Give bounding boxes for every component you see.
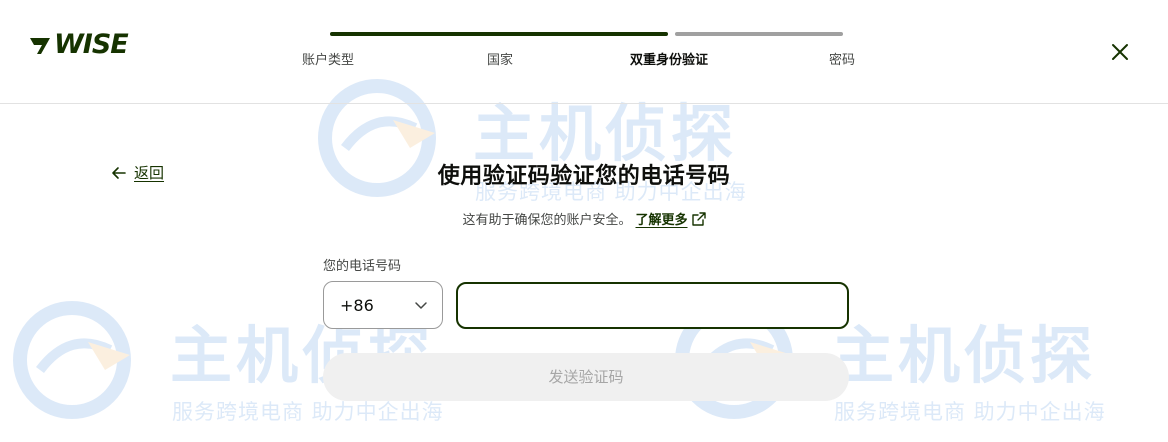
send-code-button[interactable]: 发送验证码 [323,353,849,401]
wise-logo[interactable]: WISE [28,29,129,60]
step-two-factor: 双重身份验证 [630,53,709,68]
chevron-down-icon [415,302,427,309]
page-subtitle: 这有助于确保您的账户安全。 了解更多 [0,209,1168,228]
progress-stepper: 账户类型 国家 双重身份验证 密码 [296,32,876,72]
step-password: 密码 [829,53,856,68]
subtitle-text: 这有助于确保您的账户安全。 [462,213,632,228]
watermark-slogan: 服务跨境电商 助力中企出海 [834,400,1106,424]
top-header: WISE 账户类型 国家 双重身份验证 密码 [0,0,1168,104]
watermark-title: 主机侦探 [832,319,1097,392]
close-icon[interactable] [1108,40,1132,64]
stepper-progress-remaining [675,32,843,36]
wise-flag-icon [30,37,50,54]
country-code-select[interactable]: +86 [323,281,443,329]
brand-name: WISE [54,29,129,60]
watermark-logo-icon [13,301,131,419]
learn-more-link[interactable]: 了解更多 [636,213,688,228]
external-link-icon[interactable] [691,212,706,226]
phone-number-input[interactable] [456,282,849,329]
stepper-progress-complete [330,32,668,36]
step-country: 国家 [487,53,514,68]
phone-field-label: 您的电话号码 [323,259,402,274]
step-account-type: 账户类型 [302,53,355,68]
page-title: 使用验证码验证您的电话号码 [437,164,731,189]
country-code-value: +86 [340,295,374,315]
